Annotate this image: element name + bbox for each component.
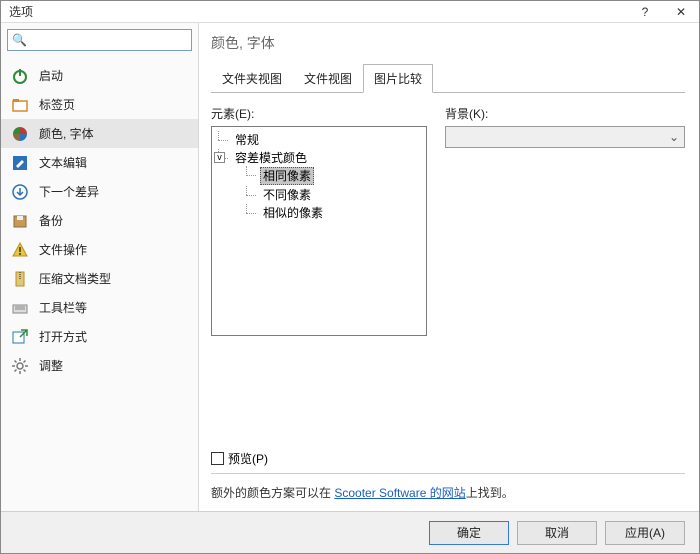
sidebar-item-label: 文本编辑 xyxy=(39,154,87,171)
window-title: 选项 xyxy=(9,3,627,20)
sidebar-item-label: 压缩文档类型 xyxy=(39,270,111,287)
pencil-icon xyxy=(11,154,29,172)
sidebar-item-file-ops[interactable]: 文件操作 xyxy=(1,235,198,264)
element-label: 元素(E): xyxy=(211,105,427,122)
preview-label: 预览(P) xyxy=(228,450,268,467)
sidebar-item-archive[interactable]: 压缩文档类型 xyxy=(1,264,198,293)
help-button[interactable]: ? xyxy=(627,1,663,23)
cancel-button[interactable]: 取消 xyxy=(517,521,597,545)
sidebar-item-label: 调整 xyxy=(39,357,63,374)
tab-image-compare[interactable]: 图片比较 xyxy=(363,64,433,93)
open-icon xyxy=(11,328,29,346)
nav-list: 启动 标签页 颜色, 字体 文本编辑 下一个差异 备份 xyxy=(1,57,198,511)
apply-button[interactable]: 应用(A) xyxy=(605,521,685,545)
footer-note: 额外的颜色方案可以在 Scooter Software 的网站上找到。 xyxy=(211,473,685,505)
sidebar-item-label: 工具栏等 xyxy=(39,299,87,316)
sidebar-item-label: 文件操作 xyxy=(39,241,87,258)
sidebar-item-label: 下一个差异 xyxy=(39,183,99,200)
page-title: 颜色, 字体 xyxy=(211,33,685,53)
titlebar: 选项 ? ✕ xyxy=(1,1,699,23)
sidebar-item-tweaks[interactable]: 调整 xyxy=(1,351,198,380)
sidebar-item-next-diff[interactable]: 下一个差异 xyxy=(1,177,198,206)
tab-folder-view[interactable]: 文件夹视图 xyxy=(211,64,293,93)
search-input[interactable] xyxy=(7,29,192,51)
chevron-down-icon: ⌄ xyxy=(666,130,682,144)
tree-item[interactable]: 不同像素 xyxy=(246,186,424,204)
sidebar: 启动 标签页 颜色, 字体 文本编辑 下一个差异 备份 xyxy=(1,23,199,511)
tab-file-view[interactable]: 文件视图 xyxy=(293,64,363,93)
sidebar-item-tabs[interactable]: 标签页 xyxy=(1,90,198,119)
tree-item[interactable]: 相同像素 xyxy=(246,166,424,186)
preview-checkbox[interactable] xyxy=(211,452,224,465)
ok-button[interactable]: 确定 xyxy=(429,521,509,545)
tree-item[interactable]: 相似的像素 xyxy=(246,204,424,222)
sidebar-item-colors-fonts[interactable]: 颜色, 字体 xyxy=(1,119,198,148)
tab-strip: 文件夹视图 文件视图 图片比较 xyxy=(211,63,685,93)
sidebar-item-startup[interactable]: 启动 xyxy=(1,61,198,90)
keyboard-icon xyxy=(11,299,29,317)
sidebar-item-label: 颜色, 字体 xyxy=(39,125,94,142)
zip-icon xyxy=(11,270,29,288)
pie-icon xyxy=(11,125,29,143)
warning-icon xyxy=(11,241,29,259)
background-label: 背景(K): xyxy=(445,105,685,122)
sidebar-item-label: 打开方式 xyxy=(39,328,87,345)
sidebar-item-text-edit[interactable]: 文本编辑 xyxy=(1,148,198,177)
element-tree[interactable]: 常规 v 容差模式颜色 相同像素 不同像素 相似的像素 xyxy=(211,126,427,336)
tree-item-root[interactable]: 常规 xyxy=(218,131,424,149)
footer-link[interactable]: Scooter Software 的网站 xyxy=(334,486,465,500)
main-panel: 颜色, 字体 文件夹视图 文件视图 图片比较 元素(E): 常规 v 容差模式颜… xyxy=(199,23,699,511)
tab-icon xyxy=(11,96,29,114)
sidebar-item-open-with[interactable]: 打开方式 xyxy=(1,322,198,351)
tree-item-group[interactable]: v 容差模式颜色 相同像素 不同像素 相似的像素 xyxy=(218,149,424,223)
sidebar-item-label: 标签页 xyxy=(39,96,75,113)
sidebar-item-label: 启动 xyxy=(39,67,63,84)
sidebar-item-label: 备份 xyxy=(39,212,63,229)
backup-icon xyxy=(11,212,29,230)
close-button[interactable]: ✕ xyxy=(663,1,699,23)
sidebar-item-toolbar[interactable]: 工具栏等 xyxy=(1,293,198,322)
background-combo[interactable]: ⌄ xyxy=(445,126,685,148)
power-icon xyxy=(11,67,29,85)
arrow-down-icon xyxy=(11,183,29,201)
gear-icon xyxy=(11,357,29,375)
tree-toggle[interactable]: v xyxy=(214,152,225,163)
sidebar-item-backup[interactable]: 备份 xyxy=(1,206,198,235)
button-bar: 确定 取消 应用(A) xyxy=(1,511,699,553)
